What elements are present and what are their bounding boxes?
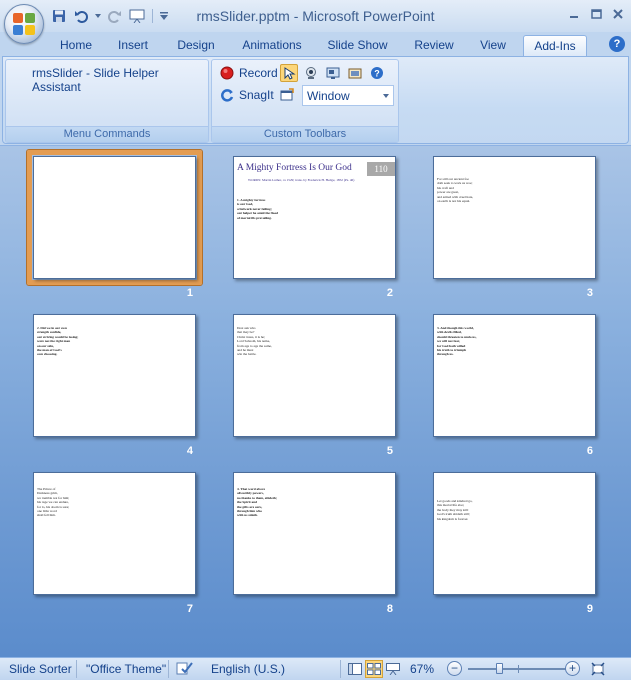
- slide-show-view-icon[interactable]: [384, 660, 402, 678]
- svg-text:?: ?: [374, 69, 380, 79]
- zoom-slider-thumb[interactable]: [496, 663, 504, 674]
- slide-2-title: A Mighty Fortress Is Our God: [237, 163, 352, 173]
- slide-sorter-view-icon[interactable]: [365, 660, 383, 678]
- status-language[interactable]: English (U.S.): [211, 662, 285, 676]
- zoom-slider[interactable]: [468, 663, 570, 674]
- office-logo-icon: [13, 13, 35, 35]
- tab-animations[interactable]: Animations: [235, 35, 309, 56]
- tab-insert[interactable]: Insert: [108, 35, 158, 56]
- ribbon-tabs: Home Insert Design Animations Slide Show…: [0, 32, 631, 56]
- slide-number-8: 8: [386, 603, 393, 615]
- slide-number-4: 4: [186, 445, 193, 457]
- minimize-icon[interactable]: [563, 4, 585, 24]
- capture-window-icon[interactable]: [278, 86, 296, 104]
- slide-number-7: 7: [186, 603, 193, 615]
- tab-design[interactable]: Design: [170, 35, 222, 56]
- status-separator: [76, 660, 77, 678]
- slide-9-text: Let goods and kindred go, this mortal li…: [437, 499, 473, 521]
- status-separator: [168, 660, 169, 678]
- record-label: Record: [239, 66, 278, 80]
- menu-commands-group: rmsSlider - Slide Helper Assistant Menu …: [5, 59, 209, 143]
- title-bar: rmsSlider.pptm - Microsoft PowerPoint: [0, 0, 631, 44]
- slide-2-hymn-number: 110: [367, 162, 395, 176]
- spelling-check-icon[interactable]: [176, 660, 194, 679]
- tab-review[interactable]: Review: [406, 35, 462, 56]
- slide-5-text: Dost ask who that may be? Christ Jesus, …: [237, 326, 272, 357]
- screen-capture-icon[interactable]: [324, 64, 342, 82]
- ribbon-panel: rmsSlider - Slide Helper Assistant Menu …: [2, 56, 629, 144]
- slide-sorter-pane[interactable]: 1 A Mighty Fortress Is Our God 110 WORDS…: [0, 145, 631, 657]
- record-button[interactable]: Record: [218, 63, 278, 83]
- image-tool-icon[interactable]: [346, 64, 364, 82]
- close-icon[interactable]: [607, 4, 629, 24]
- slide-thumbnail-3[interactable]: For still our ancient foe doth seek to w…: [433, 156, 596, 279]
- fit-to-window-icon[interactable]: [589, 660, 607, 678]
- slide-8-text: 4. That word above all earthly powers, n…: [237, 487, 277, 518]
- maximize-icon[interactable]: [585, 4, 607, 24]
- slide-7-text: The Prince of Darkness grim, we tremble …: [37, 487, 70, 518]
- capture-mode-value: Window: [307, 89, 350, 103]
- slide-thumbnail-4[interactable]: 2. Did we in our own strength confide, o…: [33, 314, 196, 437]
- snagit-icon: [218, 86, 236, 104]
- slide-number-9: 9: [586, 603, 593, 615]
- window-title: rmsSlider.pptm - Microsoft PowerPoint: [196, 8, 435, 24]
- slide-thumbnail-9[interactable]: Let goods and kindred go, this mortal li…: [433, 472, 596, 595]
- slide-thumbnail-6[interactable]: 3. And though this world, with devils fi…: [433, 314, 596, 437]
- zoom-out-icon[interactable]: −: [447, 661, 462, 676]
- snagit-label: SnagIt: [239, 88, 274, 102]
- rmsslider-menu-item[interactable]: rmsSlider - Slide Helper Assistant: [32, 66, 208, 94]
- slide-thumbnail-2[interactable]: A Mighty Fortress Is Our God 110 WORDS: …: [233, 156, 396, 279]
- status-theme[interactable]: "Office Theme": [86, 662, 166, 676]
- slide-3-text: For still our ancient foe doth seek to w…: [437, 177, 474, 204]
- tab-view[interactable]: View: [472, 35, 514, 56]
- menu-commands-label: Menu Commands: [6, 126, 208, 142]
- zoom-in-icon[interactable]: +: [565, 661, 580, 676]
- custom-toolbars-group: Record ? SnagIt Window Custom Toolbars: [211, 59, 399, 143]
- slide-thumbnail-5[interactable]: Dost ask who that may be? Christ Jesus, …: [233, 314, 396, 437]
- zoom-slider-center-mark: [518, 665, 519, 673]
- status-separator: [340, 660, 341, 678]
- capture-mode-select[interactable]: Window: [302, 85, 394, 106]
- zoom-level[interactable]: 67%: [410, 662, 434, 676]
- status-bar: Slide Sorter "Office Theme" English (U.S…: [0, 657, 631, 680]
- slide-6-text: 3. And though this world, with devils fi…: [437, 326, 477, 357]
- slide-thumbnail-7[interactable]: The Prince of Darkness grim, we tremble …: [33, 472, 196, 595]
- slide-2-text: 1. A mighty fortress is our God, a bulwa…: [237, 198, 279, 220]
- webcam-icon[interactable]: [302, 64, 320, 82]
- slide-number-1: 1: [186, 287, 193, 299]
- slide-number-5: 5: [386, 445, 393, 457]
- help-icon[interactable]: ?: [609, 36, 625, 52]
- office-button[interactable]: [4, 4, 44, 44]
- window-controls: [563, 4, 629, 24]
- normal-view-icon[interactable]: [346, 660, 364, 678]
- slide-2-credits: WORDS: Martin Luther, ca 1529; trans. by…: [248, 178, 355, 182]
- custom-toolbars-label: Custom Toolbars: [212, 126, 398, 142]
- help-circle-icon[interactable]: ?: [368, 64, 386, 82]
- snagit-button[interactable]: SnagIt: [218, 85, 274, 105]
- slide-4-text: 2. Did we in our own strength confide, o…: [37, 326, 79, 357]
- slide-thumbnail-1[interactable]: [33, 156, 196, 279]
- slide-thumbnail-8[interactable]: 4. That word above all earthly powers, n…: [233, 472, 396, 595]
- slide-number-6: 6: [586, 445, 593, 457]
- slide-number-2: 2: [386, 287, 393, 299]
- status-view-name: Slide Sorter: [9, 662, 72, 676]
- chevron-down-icon: [383, 94, 389, 98]
- pointer-tool-icon[interactable]: [280, 64, 298, 82]
- record-icon: [218, 64, 236, 82]
- tab-add-ins[interactable]: Add-Ins: [523, 35, 587, 56]
- tab-slide-show[interactable]: Slide Show: [320, 35, 395, 56]
- slide-number-3: 3: [586, 287, 593, 299]
- tab-home[interactable]: Home: [52, 35, 100, 56]
